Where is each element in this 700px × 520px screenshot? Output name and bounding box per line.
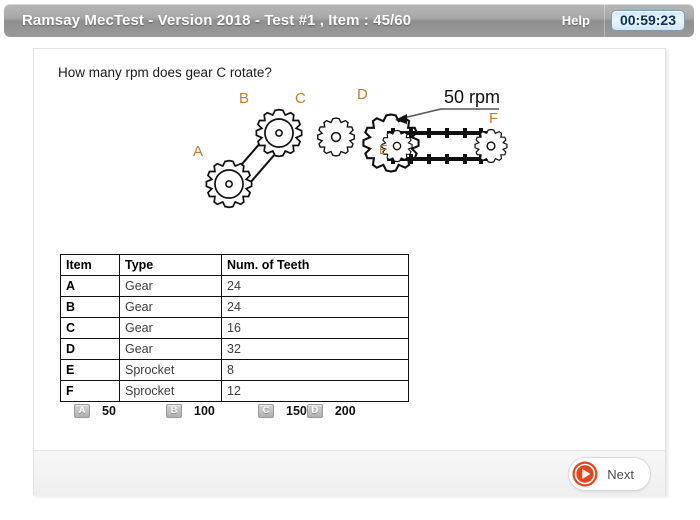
column-header-teeth: Num. of Teeth bbox=[221, 254, 409, 276]
question-body: How many rpm does gear C rotate? 50 rpm … bbox=[34, 49, 665, 450]
next-button-label: Next bbox=[607, 466, 634, 482]
table-row: F Sprocket 12 bbox=[60, 380, 409, 402]
gear-label-a: A bbox=[193, 143, 203, 160]
cell-type: Gear bbox=[119, 317, 222, 339]
answer-options: A 50 B 100 C 150 D 200 bbox=[74, 401, 356, 420]
cell-teeth: 24 bbox=[221, 296, 409, 318]
table-row: B Gear 24 bbox=[60, 296, 409, 318]
cell-type: Gear bbox=[119, 296, 222, 318]
gear-label-f: F bbox=[489, 110, 498, 127]
cell-teeth: 8 bbox=[221, 359, 409, 381]
option-key-badge: B bbox=[166, 403, 182, 418]
table-row: C Gear 16 bbox=[60, 317, 409, 339]
option-key-badge: A bbox=[74, 403, 90, 418]
option-value: 100 bbox=[194, 403, 215, 418]
answer-option-b[interactable]: B 100 bbox=[166, 401, 258, 420]
question-card: How many rpm does gear C rotate? 50 rpm … bbox=[33, 48, 666, 496]
rpm-annotation bbox=[395, 108, 499, 124]
answer-option-d[interactable]: D 200 bbox=[306, 401, 356, 420]
cell-teeth: 32 bbox=[221, 338, 409, 360]
column-header-type: Type bbox=[119, 254, 222, 276]
cell-teeth: 12 bbox=[221, 380, 409, 402]
title-bar: Ramsay MecTest - Version 2018 - Test #1 … bbox=[4, 4, 694, 37]
test-application: Ramsay MecTest - Version 2018 - Test #1 … bbox=[0, 0, 700, 520]
header-actions: Help 00:59:23 bbox=[548, 4, 694, 37]
gear-diagram: 50 rpm A B C D E F bbox=[169, 81, 549, 241]
gear-a bbox=[205, 159, 253, 209]
help-button[interactable]: Help bbox=[548, 13, 604, 28]
table-header-row: Item Type Num. of Teeth bbox=[60, 254, 409, 276]
cell-type: Gear bbox=[119, 275, 222, 297]
option-key-badge: D bbox=[306, 403, 323, 418]
page-title: Ramsay MecTest - Version 2018 - Test #1 … bbox=[22, 12, 412, 29]
card-footer: Next bbox=[34, 450, 665, 496]
gear-label-d: D bbox=[357, 86, 368, 103]
countdown-timer: 00:59:23 bbox=[610, 10, 685, 31]
gear-b bbox=[255, 108, 303, 158]
gear-diagram-svg: 50 rpm A B C D E F bbox=[193, 86, 508, 209]
table-row: A Gear 24 bbox=[60, 275, 409, 297]
table-row: E Sprocket 8 bbox=[60, 359, 409, 381]
gear-label-c: C bbox=[295, 90, 306, 107]
option-value: 200 bbox=[334, 403, 356, 418]
cell-type: Gear bbox=[119, 338, 222, 360]
cell-item: E bbox=[60, 359, 120, 381]
cell-type: Sprocket bbox=[119, 359, 222, 381]
cell-item: D bbox=[60, 338, 120, 360]
cell-item: C bbox=[60, 317, 120, 339]
rpm-annotation-label: 50 rpm bbox=[444, 87, 500, 107]
gear-c bbox=[317, 117, 355, 157]
play-icon bbox=[572, 461, 598, 487]
option-value: 150 bbox=[286, 403, 307, 418]
cell-item: A bbox=[60, 275, 120, 297]
gear-label-e: E bbox=[379, 142, 388, 157]
specification-table: Item Type Num. of Teeth A Gear 24 B Gear… bbox=[60, 254, 409, 402]
question-text: How many rpm does gear C rotate? bbox=[58, 65, 272, 80]
column-header-item: Item bbox=[60, 254, 120, 276]
timer-container: 00:59:23 bbox=[603, 4, 694, 37]
option-value: 50 bbox=[102, 403, 116, 418]
gear-label-b: B bbox=[239, 90, 249, 107]
cell-type: Sprocket bbox=[119, 380, 222, 402]
answer-option-a[interactable]: A 50 bbox=[74, 401, 166, 420]
cell-item: B bbox=[60, 296, 120, 318]
option-key-badge: C bbox=[258, 403, 274, 418]
table-row: D Gear 32 bbox=[60, 338, 409, 360]
cell-teeth: 16 bbox=[221, 317, 409, 339]
next-button[interactable]: Next bbox=[568, 457, 651, 491]
cell-item: F bbox=[60, 380, 120, 402]
answer-option-c[interactable]: C 150 bbox=[258, 401, 307, 420]
cell-teeth: 24 bbox=[221, 275, 409, 297]
